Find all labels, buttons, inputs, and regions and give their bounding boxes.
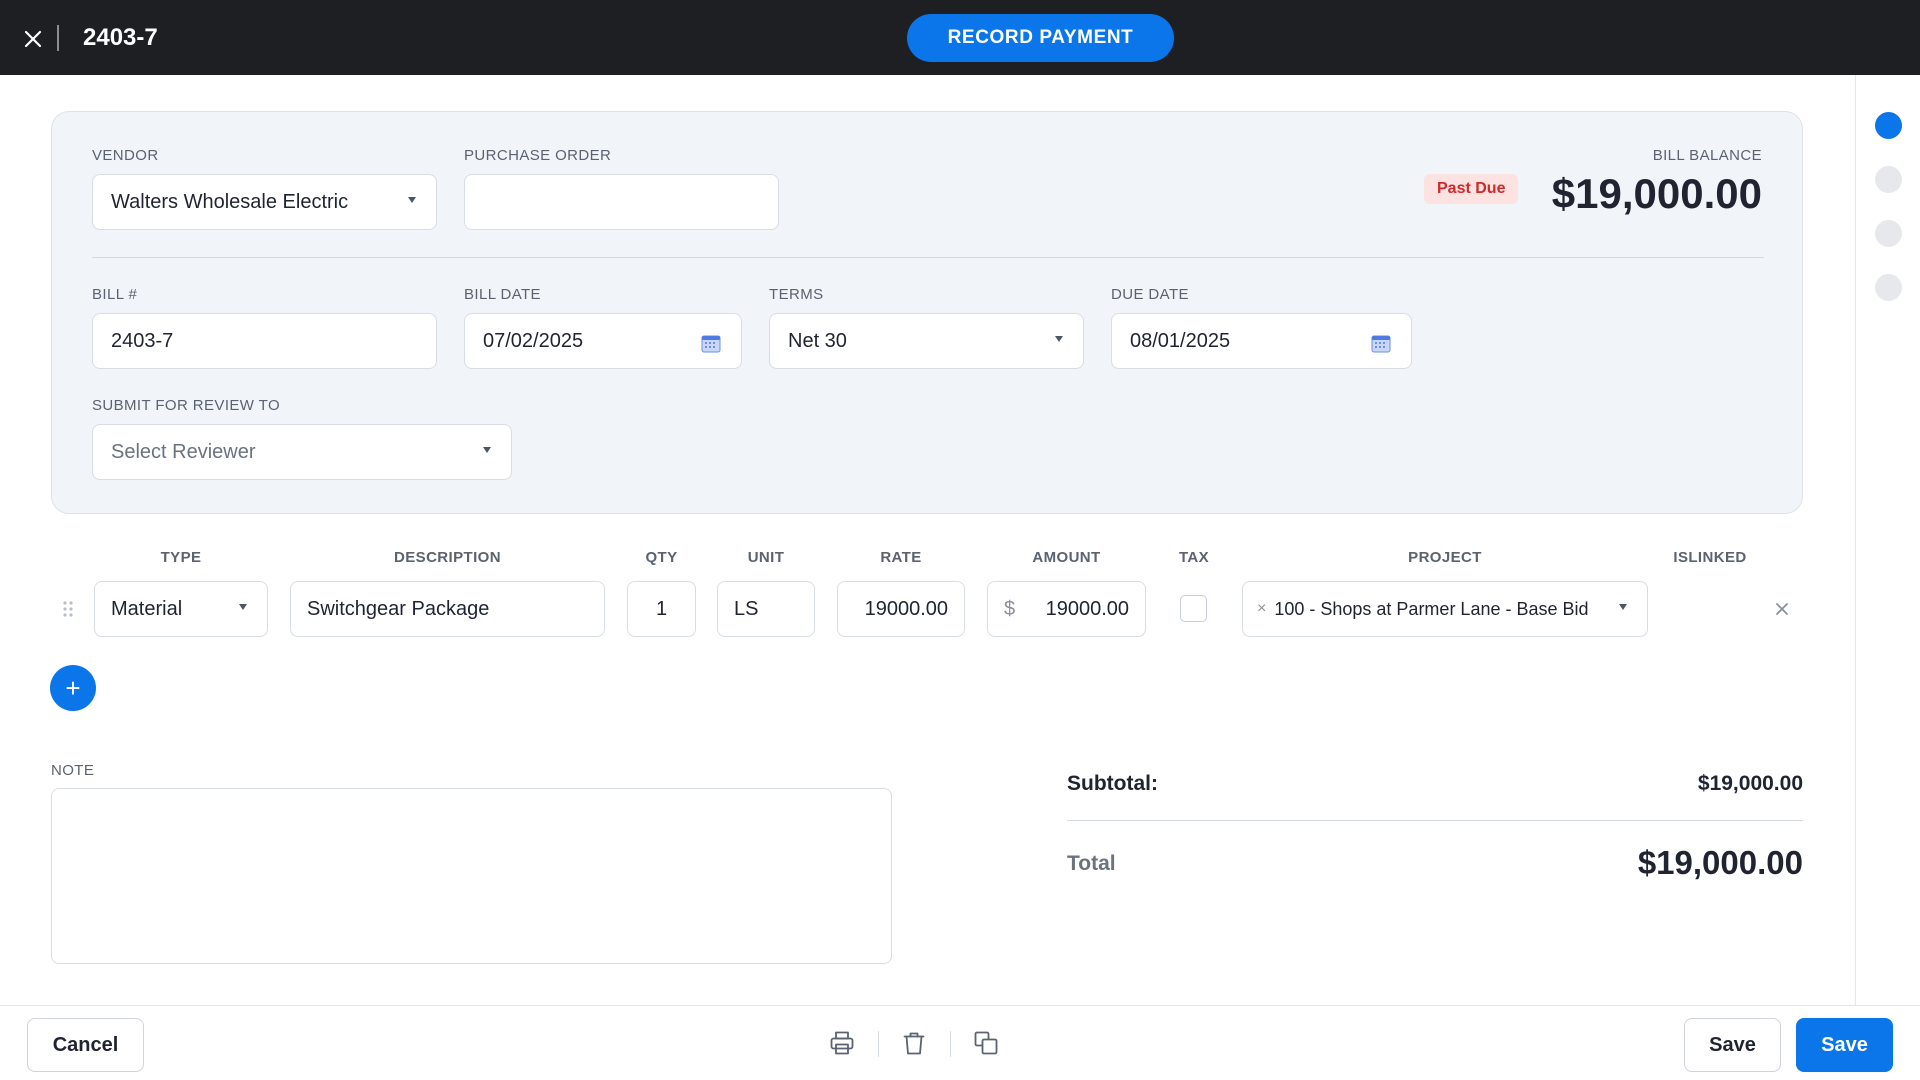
remove-row-icon[interactable] (1773, 600, 1791, 618)
chevron-down-icon (239, 604, 247, 610)
qty-input[interactable]: 1 (627, 581, 696, 637)
tax-checkbox[interactable] (1180, 595, 1207, 622)
total-value: $19,000.00 (1637, 844, 1803, 881)
project-select[interactable]: × 100 - Shops at Parmer Lane - Base Bid (1242, 581, 1648, 637)
vendor-label: VENDOR (92, 147, 159, 164)
cancel-button[interactable]: Cancel (27, 1018, 144, 1072)
vendor-select[interactable]: Walters Wholesale Electric (92, 174, 437, 230)
footer-separator (878, 1031, 879, 1057)
calendar-icon[interactable] (701, 333, 721, 353)
duplicate-icon[interactable] (973, 1030, 999, 1056)
add-line-item-button[interactable]: + (50, 665, 96, 711)
column-header-qty: QTY (645, 549, 678, 566)
subtotal-label: Subtotal: (1067, 772, 1158, 795)
section-nav-dot-4[interactable] (1875, 274, 1902, 301)
trash-icon[interactable] (901, 1030, 927, 1056)
column-header-description: DESCRIPTION (394, 549, 501, 566)
reviewer-select[interactable]: Select Reviewer (92, 424, 512, 480)
amount-value: 19000.00 (1045, 597, 1129, 620)
total-label: Total (1067, 852, 1116, 875)
top-bar: 2403-7 RECORD PAYMENT (0, 0, 1920, 75)
close-icon (24, 30, 42, 48)
bill-date-input[interactable]: 07/02/2025 (464, 313, 742, 369)
bill-number-input[interactable]: 2403-7 (92, 313, 437, 369)
type-select[interactable]: Material (94, 581, 268, 637)
bill-balance-label: BILL BALANCE (1652, 147, 1762, 164)
terms-value: Net 30 (788, 329, 847, 352)
column-header-unit: UNIT (747, 549, 785, 566)
topbar-divider (57, 25, 59, 51)
drag-handle-icon[interactable] (62, 600, 74, 618)
column-header-islinked: ISLINKED (1673, 549, 1747, 566)
section-nav-dot-3[interactable] (1875, 220, 1902, 247)
column-header-amount: AMOUNT (1032, 549, 1101, 566)
rate-value: 19000.00 (864, 597, 948, 620)
rate-input[interactable]: 19000.00 (837, 581, 965, 637)
bill-header-card: VENDOR Walters Wholesale Electric PURCHA… (51, 111, 1803, 514)
bill-date-value: 07/02/2025 (483, 329, 584, 352)
chevron-down-icon (408, 197, 416, 203)
type-value: Material (111, 597, 183, 620)
vendor-value: Walters Wholesale Electric (111, 190, 349, 213)
close-button[interactable] (20, 26, 46, 52)
note-label: NOTE (51, 762, 95, 779)
status-badge: Past Due (1424, 174, 1519, 204)
section-nav-rail (1855, 75, 1920, 1005)
purchase-order-label: PURCHASE ORDER (464, 147, 612, 164)
bill-balance-amount: $19,000.00 (1551, 170, 1762, 217)
footer-separator (950, 1031, 951, 1057)
chevron-down-icon (1619, 604, 1627, 610)
section-nav-dot-2[interactable] (1875, 166, 1902, 193)
card-divider (92, 257, 1764, 258)
column-header-tax: TAX (1178, 549, 1210, 566)
bill-number-label: BILL # (92, 286, 138, 303)
description-input[interactable]: Switchgear Package (290, 581, 605, 637)
chevron-down-icon (1055, 336, 1063, 342)
unit-input[interactable]: LS (717, 581, 815, 637)
section-nav-dot-1[interactable] (1875, 112, 1902, 139)
terms-select[interactable]: Net 30 (769, 313, 1084, 369)
record-payment-button[interactable]: RECORD PAYMENT (907, 14, 1174, 62)
bill-number-value: 2403-7 (111, 329, 174, 352)
due-date-input[interactable]: 08/01/2025 (1111, 313, 1412, 369)
column-header-rate: RATE (880, 549, 922, 566)
description-value: Switchgear Package (307, 597, 490, 620)
terms-label: TERMS (769, 286, 824, 303)
qty-value: 1 (655, 597, 668, 620)
column-header-type: TYPE (160, 549, 202, 566)
subtotal-value: $19,000.00 (1697, 772, 1803, 795)
page-title: 2403-7 (83, 24, 158, 51)
project-value: 100 - Shops at Parmer Lane - Base Bid (1274, 598, 1589, 619)
printer-icon[interactable] (829, 1030, 855, 1056)
amount-input[interactable]: $ 19000.00 (987, 581, 1146, 637)
project-clear-icon[interactable]: × (1257, 600, 1266, 618)
note-textarea[interactable] (51, 788, 892, 964)
save-secondary-button[interactable]: Save (1684, 1018, 1781, 1072)
chevron-down-icon (483, 447, 491, 453)
due-date-label: DUE DATE (1111, 286, 1189, 303)
reviewer-placeholder: Select Reviewer (111, 440, 256, 463)
unit-value: LS (734, 597, 759, 620)
footer-bar (0, 1005, 1920, 1080)
totals-divider (1067, 820, 1803, 821)
due-date-value: 08/01/2025 (1130, 329, 1231, 352)
column-header-project: PROJECT (1408, 549, 1482, 566)
purchase-order-input[interactable] (464, 174, 779, 230)
currency-symbol: $ (1004, 597, 1016, 620)
reviewer-label: SUBMIT FOR REVIEW TO (92, 397, 281, 414)
calendar-icon[interactable] (1371, 333, 1391, 353)
save-primary-button[interactable]: Save (1796, 1018, 1893, 1072)
bill-date-label: BILL DATE (464, 286, 541, 303)
